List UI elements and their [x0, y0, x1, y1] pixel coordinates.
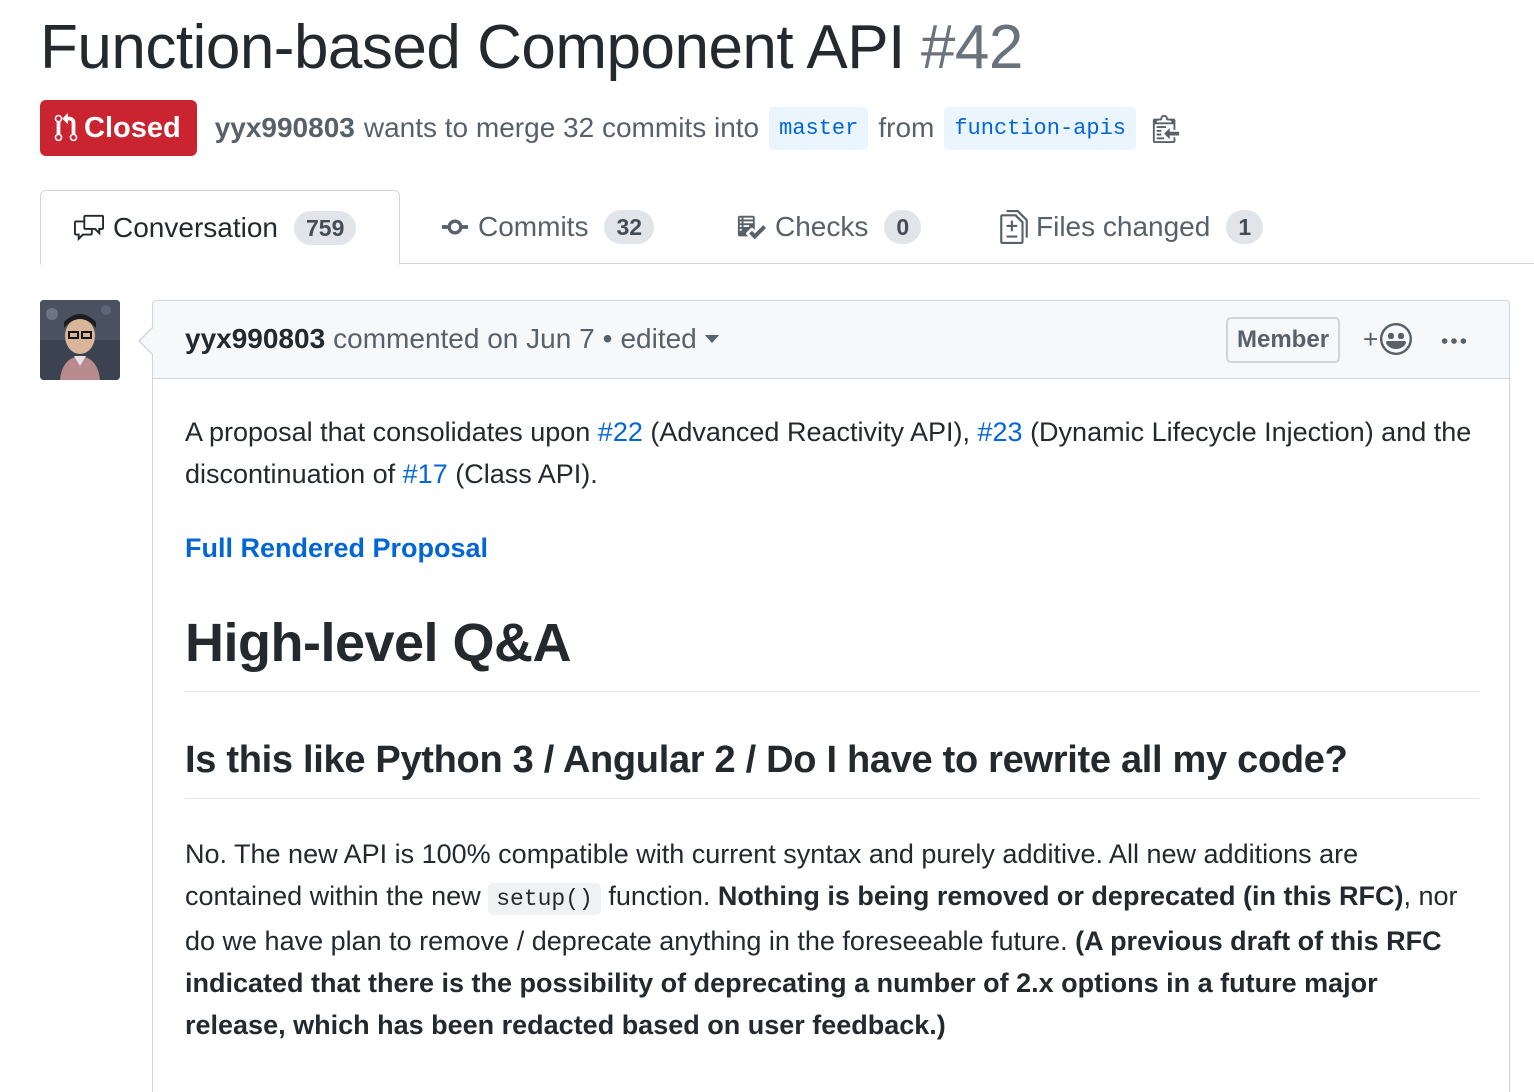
pr-title-row: Function-based Component API #42: [40, 12, 1023, 92]
git-commit-icon: [441, 219, 469, 235]
tab-files-changed-label: Files changed: [1036, 211, 1211, 242]
add-reaction-button[interactable]: +: [1363, 323, 1413, 355]
avatar[interactable]: [40, 300, 120, 380]
tab-checks-count: 0: [884, 210, 922, 244]
smiley-icon: [1380, 323, 1413, 355]
comment-caret-fill: [140, 327, 154, 355]
intro-text-1: A proposal that consolidates upon: [185, 417, 598, 447]
from-text: from: [878, 112, 935, 143]
full-proposal-paragraph: Full Rendered Proposal: [185, 527, 1479, 569]
meta-separator: •: [602, 323, 613, 354]
tab-conversation-count: 759: [293, 210, 357, 245]
tab-files-changed-count: 1: [1226, 210, 1264, 244]
edited-dropdown[interactable]: edited: [620, 323, 719, 355]
head-branch[interactable]: function-apis: [944, 106, 1136, 150]
kebab-horizontal-icon: [1441, 338, 1467, 344]
diff-icon: [1000, 210, 1028, 244]
more-options-button[interactable]: [1439, 327, 1469, 357]
heading-1-wrap: High-level Q&A: [185, 611, 1479, 692]
comment-box: yyx990803 commented on Jun 7 • edited Me…: [152, 300, 1510, 1092]
comment-discussion-icon: [74, 214, 104, 241]
pr-number: #42: [920, 13, 1023, 82]
full-rendered-proposal-link[interactable]: Full Rendered Proposal: [185, 533, 488, 563]
comment-meta: yyx990803 commented on Jun 7 • edited: [185, 323, 719, 355]
tab-files-changed[interactable]: Files changed 1: [1000, 190, 1264, 264]
answer-text-2: function.: [600, 881, 718, 911]
merge-info: yyx990803 wants to merge 32 commits into…: [215, 106, 1180, 150]
base-branch[interactable]: master: [769, 106, 869, 150]
heading-2-wrap: Is this like Python 3 / Angular 2 / Do I…: [185, 736, 1479, 799]
tab-commits-label: Commits: [478, 211, 589, 242]
tab-conversation[interactable]: Conversation 759: [40, 190, 400, 265]
tab-checks-label: Checks: [775, 211, 869, 242]
heading-high-level-qa: High-level Q&A: [185, 613, 572, 673]
git-pull-request-icon: [54, 113, 78, 142]
intro-paragraph: A proposal that consolidates upon #22 (A…: [185, 411, 1479, 495]
issue-link-23[interactable]: #23: [978, 417, 1023, 447]
comment-author-link[interactable]: yyx990803: [185, 323, 325, 355]
comment-header: yyx990803 commented on Jun 7 • edited Me…: [153, 301, 1509, 379]
reaction-plus: +: [1363, 323, 1379, 354]
pr-tabs: Conversation 759 Commits 32 Checks 0 Fil…: [40, 190, 1534, 265]
checklist-icon: [737, 215, 766, 240]
tab-conversation-label: Conversation: [113, 211, 278, 243]
answer-paragraph: No. The new API is 100% compatible with …: [185, 833, 1479, 1046]
edited-label: edited: [620, 323, 697, 354]
tab-commits-count: 32: [604, 210, 655, 244]
issue-link-17[interactable]: #17: [403, 459, 448, 489]
pr-title: Function-based Component API: [40, 13, 905, 82]
tab-checks[interactable]: Checks 0: [735, 190, 922, 264]
clipboard-copy-icon[interactable]: [1152, 113, 1180, 143]
state-badge: Closed: [40, 100, 197, 156]
pr-meta: Closed yyx990803 wants to merge 32 commi…: [40, 100, 1180, 156]
comment-body: A proposal that consolidates upon #22 (A…: [185, 411, 1479, 1046]
issue-link-22[interactable]: #22: [598, 417, 643, 447]
member-role-badge: Member: [1226, 317, 1341, 363]
state-label: Closed: [84, 111, 181, 144]
comment-timestamp[interactable]: commented on Jun 7: [333, 323, 595, 355]
intro-text-4: (Class API).: [447, 459, 598, 489]
tab-commits[interactable]: Commits 32: [440, 190, 655, 264]
chevron-down-icon: [704, 335, 719, 343]
setup-code: setup(): [488, 883, 601, 915]
intro-text-2: (Advanced Reactivity API),: [642, 417, 978, 447]
answer-bold-1: Nothing is being removed or deprecated (…: [717, 881, 1404, 911]
heading-python-angular: Is this like Python 3 / Angular 2 / Do I…: [185, 739, 1348, 781]
pr-author-link[interactable]: yyx990803: [215, 112, 355, 144]
merge-text: wants to merge 32 commits into: [363, 112, 760, 143]
